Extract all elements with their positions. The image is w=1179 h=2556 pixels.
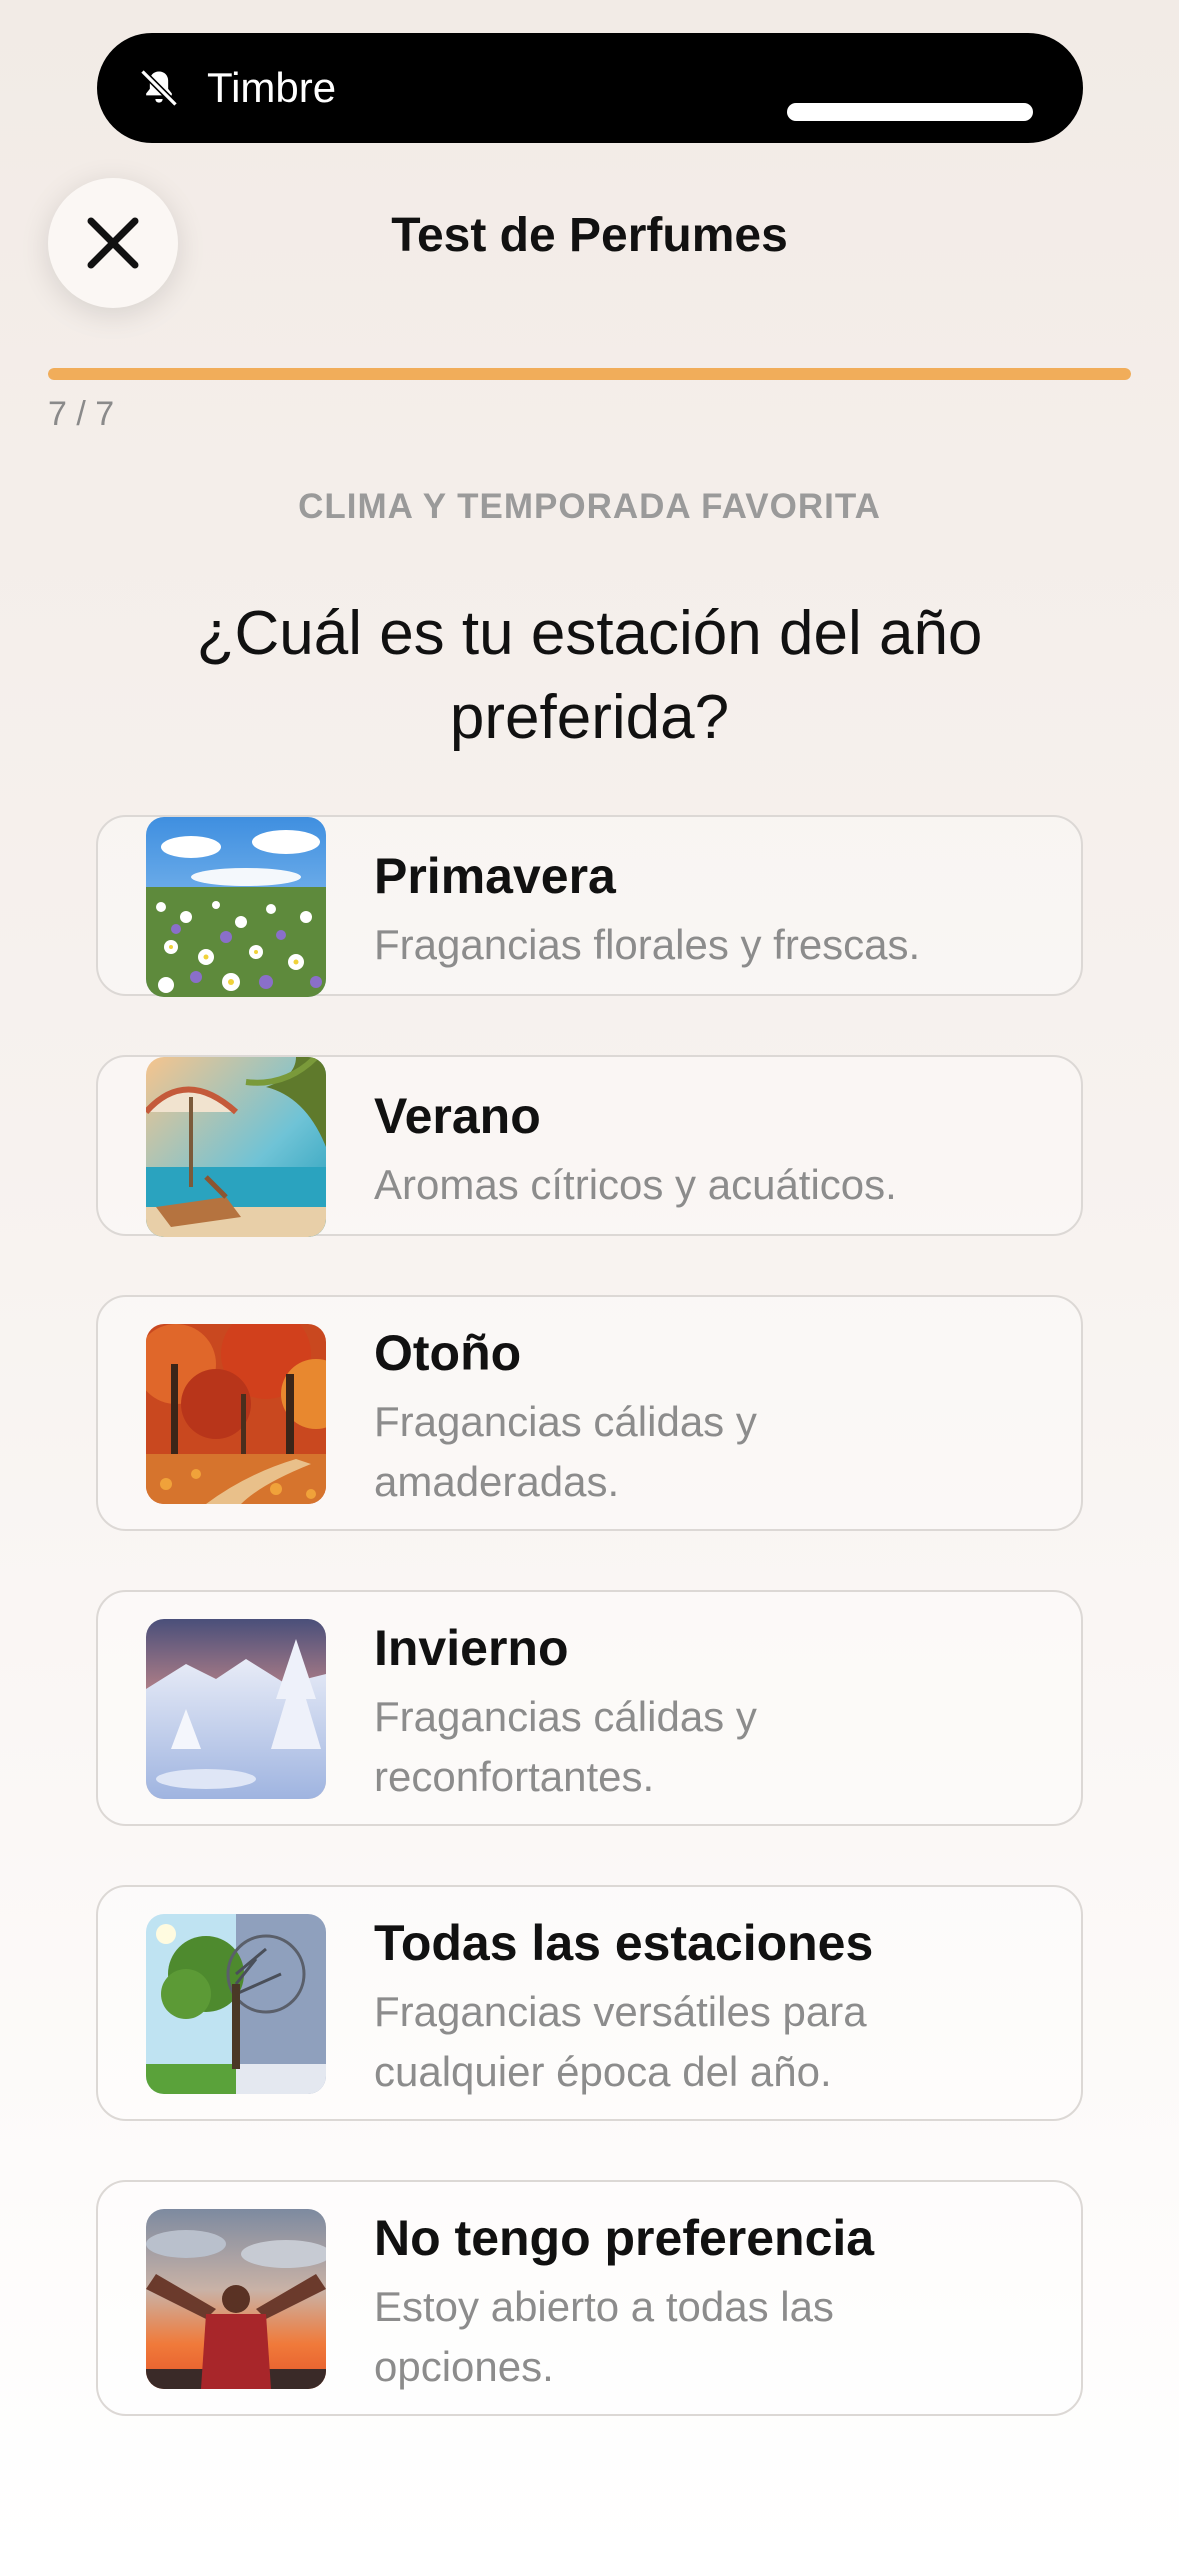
option-title: No tengo preferencia — [374, 2210, 875, 2266]
option-description: Fragancias versátiles para cualquier épo… — [374, 1988, 867, 2095]
winter-snow-image — [146, 1619, 326, 1799]
bell-slash-icon — [140, 69, 178, 107]
option-primavera[interactable]: Primavera Fragancias florales y frescas. — [96, 815, 1083, 997]
option-otono[interactable]: Otoño Fragancias cálidas y amaderadas. — [96, 1295, 1083, 1531]
progress-fill — [48, 368, 1131, 380]
option-invierno[interactable]: Invierno Fragancias cálidas y reconforta… — [96, 1590, 1083, 1826]
person-sunset-image — [146, 2209, 326, 2389]
option-title: Otoño — [374, 1325, 522, 1381]
status-label: Timbre — [207, 64, 337, 111]
option-title: Verano — [374, 1088, 541, 1144]
status-indicator-bar — [787, 103, 1033, 121]
option-description: Fragancias florales y frescas. — [374, 921, 921, 968]
spring-meadow-image — [146, 817, 326, 997]
page-title: Test de Perfumes — [391, 209, 788, 262]
option-description: Aromas cítricos y acuáticos. — [374, 1161, 897, 1208]
option-no-tengo-preferencia[interactable]: No tengo preferencia Estoy abierto a tod… — [96, 2180, 1083, 2416]
four-seasons-tree-image — [146, 1914, 326, 2094]
option-description: Fragancias cálidas y amaderadas. — [374, 1398, 757, 1505]
progress-bar — [48, 368, 1131, 380]
option-description: Fragancias cálidas y reconfortantes. — [374, 1693, 757, 1800]
status-notification-pill: Timbre — [97, 33, 1083, 143]
autumn-forest-image — [146, 1324, 326, 1504]
option-todas-las-estaciones[interactable]: Todas las estaciones Fragancias versátil… — [96, 1885, 1083, 2121]
question-text: ¿Cuál es tu estación del año preferida? — [196, 599, 983, 752]
summer-beach-image — [146, 1057, 326, 1237]
option-title: Primavera — [374, 848, 616, 904]
option-title: Todas las estaciones — [374, 1915, 874, 1971]
section-label: CLIMA Y TEMPORADA FAVORITA — [298, 487, 881, 526]
option-description: Estoy abierto a todas las opciones. — [374, 2283, 834, 2390]
progress-counter: 7 / 7 — [48, 395, 115, 433]
option-title: Invierno — [374, 1620, 569, 1676]
option-verano[interactable]: Verano Aromas cítricos y acuáticos. — [96, 1055, 1083, 1237]
